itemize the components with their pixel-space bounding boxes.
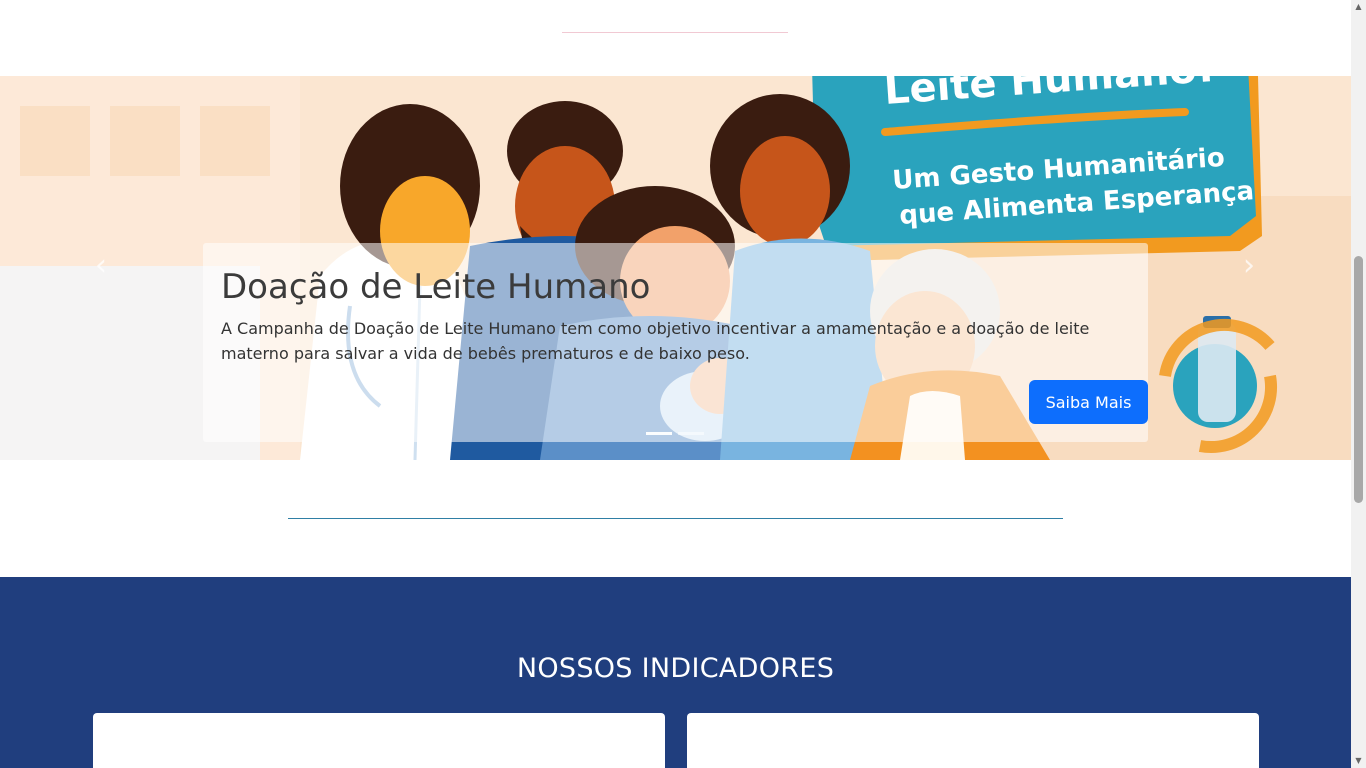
scroll-up-arrow-icon[interactable]: ▲ bbox=[1354, 3, 1363, 11]
slide-title: Doação de Leite Humano bbox=[221, 267, 651, 307]
banner-sign: Leite Humano! Um Gesto Humanitário que A… bbox=[812, 76, 1262, 261]
hero-carousel[interactable]: Leite Humano! Um Gesto Humanitário que A… bbox=[0, 76, 1351, 460]
top-divider bbox=[562, 32, 788, 33]
indicadores-title: NOSSOS INDICADORES bbox=[516, 653, 835, 684]
page-scrollbar[interactable]: ▲ ▼ bbox=[1351, 0, 1366, 768]
indicadores-section: NOSSOS INDICADORES bbox=[0, 577, 1351, 768]
scrollbar-thumb[interactable] bbox=[1354, 256, 1363, 503]
indicator-card-2 bbox=[687, 713, 1259, 768]
slide-description: A Campanha de Doação de Leite Humano tem… bbox=[221, 319, 1090, 363]
scroll-down-arrow-icon[interactable]: ▼ bbox=[1354, 757, 1363, 765]
carousel-indicators bbox=[646, 432, 704, 435]
section-divider bbox=[288, 518, 1063, 519]
page: Leite Humano! Um Gesto Humanitário que A… bbox=[0, 0, 1351, 768]
carousel-indicator-1[interactable] bbox=[646, 432, 672, 435]
carousel-prev-icon[interactable]: ‹ bbox=[86, 246, 116, 286]
indicator-card-1 bbox=[93, 713, 665, 768]
carousel-caption: Doação de Leite Humano A Campanha de Doa… bbox=[203, 243, 1148, 442]
saiba-mais-button[interactable]: Saiba Mais bbox=[1029, 380, 1148, 424]
carousel-indicator-2[interactable] bbox=[678, 432, 704, 435]
carousel-next-icon[interactable]: › bbox=[1234, 246, 1264, 286]
